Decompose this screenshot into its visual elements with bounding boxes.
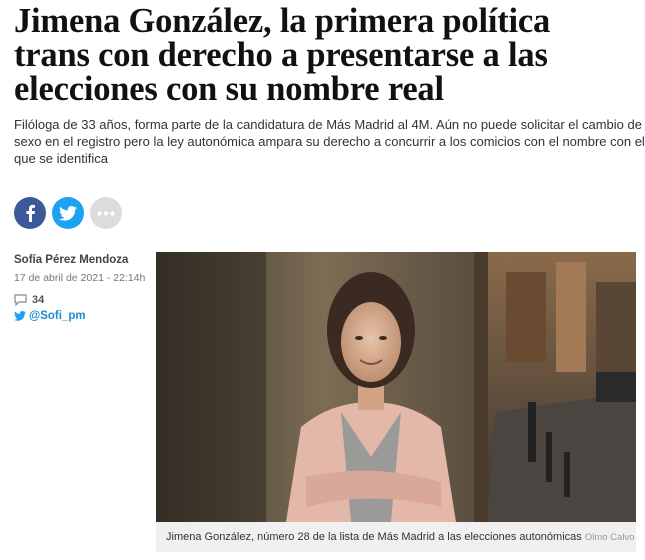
- headline-line: Jimena González, la primera política: [14, 2, 551, 40]
- facebook-icon: [26, 204, 35, 222]
- article-photo[interactable]: [156, 252, 636, 522]
- publish-date: 17 de abril de 2021 - 22:14h: [14, 272, 146, 284]
- twitter-bird-icon: [14, 311, 26, 321]
- more-dots-icon: [97, 210, 115, 216]
- share-twitter-button[interactable]: [52, 197, 84, 229]
- article-subtitle: Filóloga de 33 años, forma parte de la c…: [14, 116, 645, 167]
- headline: Jimena González, la primera política tra…: [14, 2, 634, 108]
- share-more-button[interactable]: [90, 197, 122, 229]
- photo-caption: Jimena González, número 28 de la lista d…: [156, 522, 636, 552]
- subtitle-line: sexo en el registro pero la ley autonómi…: [14, 134, 645, 149]
- author-twitter-link[interactable]: @Sofi_pm: [14, 310, 149, 322]
- author-name[interactable]: Sofía Pérez Mendoza: [14, 254, 149, 266]
- comment-bubble-icon: [14, 294, 27, 306]
- comments-count: 34: [32, 294, 45, 306]
- headline-line: elecciones con su nombre real: [14, 70, 444, 108]
- comments-link[interactable]: 34: [14, 294, 149, 306]
- byline: Sofía Pérez Mendoza 17 de abril de 2021 …: [14, 254, 149, 322]
- subtitle-line: que se identifica: [14, 151, 108, 166]
- portrait-photo: [156, 252, 636, 522]
- subtitle-line: Filóloga de 33 años, forma parte de la c…: [14, 117, 642, 132]
- twitter-icon: [59, 205, 77, 221]
- twitter-handle: @Sofi_pm: [29, 310, 86, 322]
- share-bar: [14, 197, 122, 229]
- headline-line: trans con derecho a presentarse a las: [14, 36, 548, 74]
- caption-text: Jimena González, número 28 de la lista d…: [166, 531, 582, 543]
- caption-text-wrapper: Jimena González, número 28 de la lista d…: [166, 531, 634, 543]
- photo-credit: Olmo Calvo: [584, 532, 635, 543]
- share-facebook-button[interactable]: [14, 197, 46, 229]
